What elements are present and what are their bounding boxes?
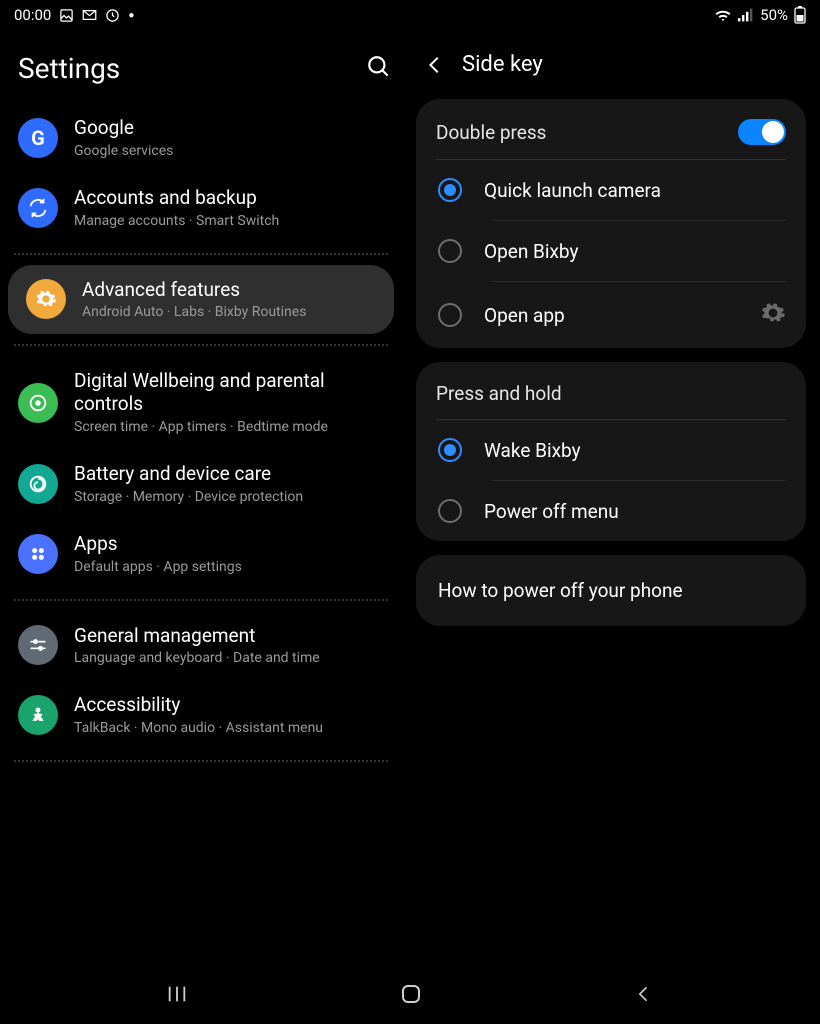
back-button[interactable] — [424, 54, 446, 76]
settings-item-sub: Screen time · App timers · Bedtime mode — [74, 419, 384, 435]
toggle-double-press[interactable] — [738, 119, 786, 145]
how-to-power-off-link[interactable]: How to power off your phone — [416, 555, 806, 626]
settings-item-battery[interactable]: Battery and device care Storage · Memory … — [0, 449, 402, 519]
accessibility-icon — [18, 695, 58, 735]
option-label: Wake Bixby — [484, 439, 581, 462]
digital-wellbeing-icon — [18, 383, 58, 423]
side-key-title: Side key — [462, 52, 543, 77]
settings-item-advanced[interactable]: Advanced features Android Auto · Labs · B… — [8, 265, 394, 335]
battery-icon — [18, 464, 58, 504]
settings-item-general[interactable]: General management Language and keyboard … — [0, 611, 402, 681]
card-press-hold: Press and hold Wake Bixby Power off menu — [416, 362, 806, 541]
divider — [14, 599, 388, 601]
settings-title: Settings — [18, 52, 120, 85]
settings-pane: Settings G Google Google services Accounts … — [0, 30, 410, 968]
apps-icon — [18, 534, 58, 574]
card-double-press: Double press Quick launch camera Open Bixb… — [416, 99, 806, 348]
dot-icon: ● — [128, 10, 134, 21]
settings-item-apps[interactable]: Apps Default apps · App settings — [0, 519, 402, 589]
divider — [14, 760, 388, 762]
search-icon — [366, 54, 392, 80]
chevron-left-icon — [424, 54, 446, 76]
settings-item-title: Advanced features — [82, 279, 306, 302]
picture-icon — [59, 8, 74, 23]
side-key-pane: Side key Double press Quick launch camera… — [410, 30, 820, 968]
settings-item-title: Google — [74, 117, 173, 140]
radio-icon — [438, 438, 462, 462]
general-icon — [18, 625, 58, 665]
option-quick-launch-camera[interactable]: Quick launch camera — [416, 160, 806, 220]
settings-item-title: Battery and device care — [74, 463, 303, 486]
clock-icon — [105, 8, 120, 23]
settings-item-sub: Language and keyboard · Date and time — [74, 650, 320, 666]
settings-item-title: Accessibility — [74, 694, 323, 717]
settings-item-sub: Default apps · App settings — [74, 559, 242, 575]
settings-item-sub: TalkBack · Mono audio · Assistant menu — [74, 720, 323, 736]
accounts-icon — [18, 188, 58, 228]
option-wake-bixby[interactable]: Wake Bixby — [416, 420, 806, 480]
radio-icon — [438, 303, 462, 327]
option-open-app[interactable]: Open app — [416, 282, 806, 348]
gmail-icon — [82, 9, 97, 21]
status-bar: 00:00 ● 50% — [0, 0, 820, 30]
status-time: 00:00 — [14, 6, 51, 24]
home-button[interactable] — [399, 982, 423, 1010]
option-open-bixby[interactable]: Open Bixby — [416, 221, 806, 281]
settings-item-title: General management — [74, 625, 320, 648]
radio-icon — [438, 499, 462, 523]
radio-icon — [438, 178, 462, 202]
battery-icon — [794, 6, 806, 24]
option-label: Open Bixby — [484, 240, 578, 263]
google-icon: G — [18, 118, 58, 158]
settings-item-sub: Manage accounts · Smart Switch — [74, 213, 279, 229]
signal-icon — [738, 8, 754, 22]
settings-item-sub: Google services — [74, 143, 173, 159]
settings-item-accessibility[interactable]: Accessibility TalkBack · Mono audio · Ass… — [0, 680, 402, 750]
recent-apps-button[interactable] — [166, 984, 188, 1008]
wifi-icon — [714, 8, 732, 22]
advanced-icon — [26, 279, 66, 319]
battery-text: 50% — [760, 6, 788, 24]
card-header-label: Press and hold — [436, 382, 562, 405]
option-label: Quick launch camera — [484, 179, 661, 202]
option-label: Open app — [484, 304, 565, 327]
gear-icon[interactable] — [760, 300, 786, 330]
settings-item-digital-wellbeing[interactable]: Digital Wellbeing and parental controls S… — [0, 356, 402, 449]
option-power-off-menu[interactable]: Power off menu — [416, 481, 806, 541]
search-button[interactable] — [366, 54, 392, 84]
nav-bar — [0, 968, 820, 1024]
settings-item-title: Accounts and backup — [74, 187, 279, 210]
option-label: Power off menu — [484, 500, 619, 523]
settings-item-sub: Android Auto · Labs · Bixby Routines — [82, 304, 306, 320]
radio-icon — [438, 239, 462, 263]
settings-item-sub: Storage · Memory · Device protection — [74, 489, 303, 505]
nav-back-button[interactable] — [634, 984, 654, 1008]
settings-item-title: Apps — [74, 533, 242, 556]
card-header-label: Double press — [436, 121, 546, 144]
settings-item-google[interactable]: G Google Google services — [0, 103, 402, 173]
link-label: How to power off your phone — [438, 579, 683, 602]
settings-item-accounts[interactable]: Accounts and backup Manage accounts · Sma… — [0, 173, 402, 243]
settings-item-title: Digital Wellbeing and parental controls — [74, 370, 384, 416]
divider — [14, 253, 388, 255]
divider — [14, 344, 388, 346]
